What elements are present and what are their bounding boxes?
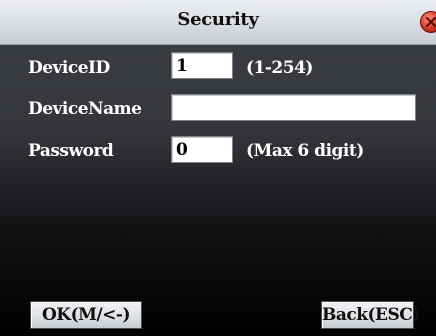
window-title: Security [177,9,259,30]
device-name-input[interactable] [171,94,416,121]
back-button[interactable]: Back(ESC) [321,301,420,329]
password-label: Password [28,141,114,161]
ok-button[interactable]: OK(M/<-) [30,301,142,329]
password-input[interactable]: 0 [171,136,233,163]
close-icon[interactable] [420,11,436,33]
device-id-input[interactable]: 1 [171,52,233,79]
security-dialog: Security DeviceID 1 (1-254) DeviceName P… [0,0,436,336]
device-name-label: DeviceName [28,99,142,119]
password-hint: (Max 6 digit) [246,141,364,161]
device-id-hint: (1-254) [246,58,313,78]
device-id-label: DeviceID [28,58,110,78]
title-bar: Security [0,0,436,45]
